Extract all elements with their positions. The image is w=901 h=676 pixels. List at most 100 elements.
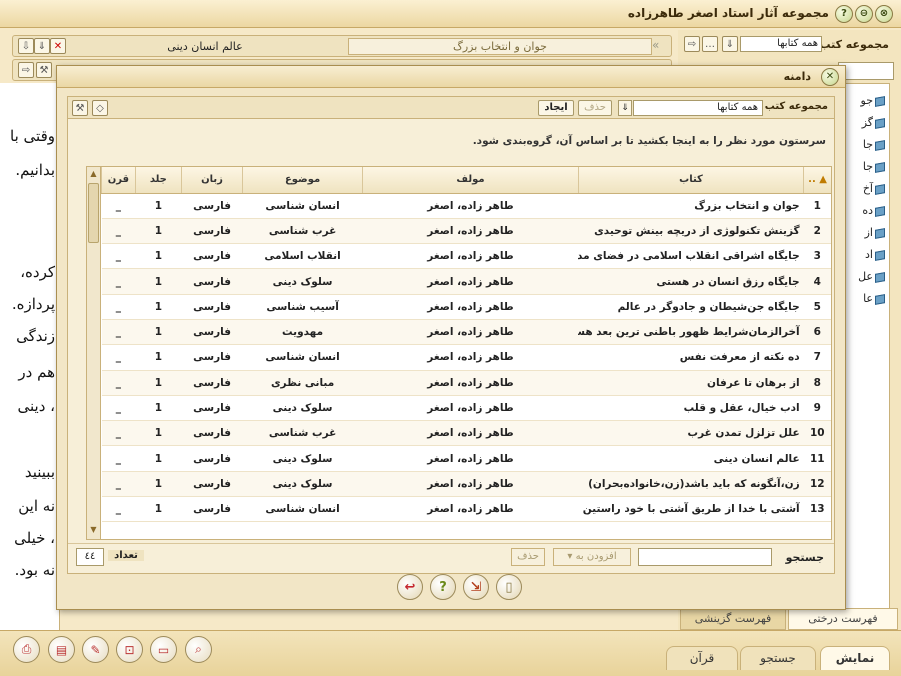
side-collection-select[interactable]: همه کتابها (740, 36, 822, 52)
scroll-thumb[interactable] (88, 183, 99, 243)
side-list-item[interactable]: گز (845, 116, 885, 134)
table-row[interactable]: 9 ادب خیال، عقل و قلب طاهر زاده، اصغر سلوک … (101, 395, 831, 422)
back-icon[interactable]: ↩ (397, 574, 423, 600)
close-icon[interactable]: ⊗ (875, 5, 893, 23)
side-list-item[interactable]: اد (845, 248, 885, 266)
reader-text-line: ، دینی (17, 397, 56, 415)
help-icon[interactable]: ? (835, 5, 853, 23)
dialog-close-icon[interactable]: ✕ (821, 68, 839, 86)
table-row[interactable]: 12 زن،آنگونه که باید باشد(زن،خانواده‌بحرا… (101, 471, 831, 498)
add-to-button[interactable]: افزودن به ▾ (553, 548, 631, 566)
book-title-cell: ادب خیال، عقل و قلب (578, 395, 804, 422)
reader-current-title[interactable]: عالم انسان دینی (70, 38, 340, 55)
delete-button[interactable]: حذف (511, 548, 545, 566)
table-row[interactable]: 4 جایگاه رزق انسان در هستی طاهر زاده، اصغر… (101, 268, 831, 295)
zoom-icon[interactable]: ⌕ (185, 636, 212, 663)
book-title-cell: جایگاه اشراقی انقلاب اسلامی در فضای مدرن… (578, 243, 804, 270)
column-header-language[interactable]: زبان (181, 167, 243, 194)
eraser-icon[interactable]: ◇ (92, 100, 108, 116)
column-header-sort[interactable]: ▲ .. (803, 167, 831, 194)
table-row[interactable]: 2 گزینش تکنولوژی از دریچه بینش توحیدی طاهر… (101, 218, 831, 245)
century-cell: _ (101, 243, 136, 270)
reader-text-line: بدانیم. (15, 161, 55, 179)
edit-note-icon[interactable]: ✎ (82, 636, 109, 663)
dropdown-arrow-icon[interactable]: ⇓ (618, 100, 632, 116)
side-list-item[interactable]: جا (845, 138, 885, 156)
side-search-input[interactable] (838, 62, 894, 80)
reader-text-line: وقتی با (10, 127, 55, 145)
side-list-item[interactable]: از (845, 226, 885, 244)
forward-icon[interactable]: ⇨ (18, 62, 34, 78)
language-cell: فارسی (181, 496, 243, 523)
century-cell: _ (101, 445, 136, 472)
column-header-author[interactable]: مولف (362, 167, 579, 194)
reader-tab-active[interactable]: جوان و انتخاب بزرگ (348, 38, 652, 55)
document-icon[interactable]: ▯ (496, 574, 522, 600)
print-icon[interactable]: ⎙ (13, 636, 40, 663)
language-cell: فارسی (181, 344, 243, 371)
language-cell: فارسی (181, 294, 243, 320)
dropdown-arrow-icon[interactable]: ⇓ (722, 36, 738, 52)
close-tab-icon[interactable]: ✕ (50, 38, 66, 54)
table-row[interactable]: 8 از برهان تا عرفان طاهر زاده، اصغر مبانی ن… (101, 370, 831, 396)
table-row[interactable]: 10 علل تزلزل تمدن غرب طاهر زاده، اصغر غرب ش… (101, 420, 831, 447)
book-icon (875, 249, 885, 261)
delete-collection-button[interactable]: حذف (578, 100, 612, 116)
column-header-book[interactable]: کتاب (577, 167, 804, 194)
dialog-title: دامنه (783, 70, 811, 83)
arrow-down-icon[interactable]: ⇓ (34, 38, 50, 54)
table-row[interactable]: 1 جوان و انتخاب بزرگ طاهر زاده، اصغر انسان … (101, 193, 831, 219)
row-number: 7 (803, 344, 831, 371)
table-row[interactable]: 3جایگاه اشراقی انقلاب اسلامی در فضای مدر… (101, 243, 831, 270)
more-icon[interactable]: … (702, 36, 718, 52)
column-header-volume[interactable]: جلد (134, 167, 182, 194)
volume-cell: 1 (135, 395, 182, 422)
table-row[interactable]: 5 جایگاه جن‌شیطان و جادوگر در عالم طاهر زا… (101, 294, 831, 320)
book-export-icon[interactable]: ▤ (48, 636, 75, 663)
reader-page: وقتی با بدانیم. کرده، پردازه. زندگی هم د… (0, 83, 60, 631)
scroll-down-icon[interactable]: ▼ (88, 525, 99, 537)
table-row[interactable]: 7 ده نکته از معرفت نفس طاهر زاده، اصغر انسا… (101, 344, 831, 371)
table-row[interactable]: 11 عالم انسان دینی طاهر زاده، اصغر سلوک دین… (101, 445, 831, 472)
row-number: 12 (803, 471, 831, 498)
author-cell: طاهر زاده، اصغر (362, 243, 579, 270)
tab-display[interactable]: نمایش (820, 646, 890, 670)
minimize-icon[interactable]: ⊖ (855, 5, 873, 23)
table-header-row: ▲ .. کتاب مولف موضوع زبان جلد قرن (101, 167, 831, 194)
column-header-century[interactable]: قرن (101, 167, 136, 194)
tab-search[interactable]: جستجو (740, 646, 816, 670)
side-list-item[interactable]: جا (845, 160, 885, 178)
tab-quran[interactable]: قرآن (666, 646, 738, 670)
layout-icon[interactable]: ▭ (150, 636, 177, 663)
bookmark-page-icon[interactable]: ⊡ (116, 636, 143, 663)
tab-selective-index[interactable]: فهرست گزينشی (680, 608, 786, 630)
tab-tree-index[interactable]: فهرست درختی (788, 608, 898, 630)
tools-icon[interactable]: ⚒ (36, 62, 52, 78)
side-list-item[interactable]: آخ (845, 182, 885, 200)
table-row[interactable]: 13 آشتی با خدا از طریق آشتی با خود راستین… (101, 496, 831, 523)
create-collection-button[interactable]: ایجاد (538, 100, 574, 116)
topic-cell: سلوک دینی (242, 268, 363, 295)
help-icon[interactable]: ? (430, 574, 456, 600)
tools-icon[interactable]: ⚒ (72, 100, 88, 116)
century-cell: _ (101, 395, 136, 422)
volume-cell: 1 (135, 445, 182, 472)
row-number: 8 (803, 370, 831, 396)
column-header-topic[interactable]: موضوع (242, 167, 363, 194)
grid-scrollbar[interactable]: ▲ ▼ (87, 167, 101, 539)
side-list-item[interactable]: عل (845, 270, 885, 288)
forward-icon[interactable]: ⇨ (684, 36, 700, 52)
side-list-item[interactable]: ده (845, 204, 885, 222)
volume-cell: 1 (135, 496, 182, 523)
side-list-item[interactable]: جو (845, 94, 885, 112)
tab-scroll-icon[interactable]: « (652, 38, 659, 52)
table-row[interactable]: 6 آخرالزمان‌شرایط ظهور باطنی ترین بعد هست… (101, 319, 831, 346)
search-input[interactable] (638, 548, 772, 566)
collection-select[interactable]: همه کتابها (633, 100, 763, 116)
volume-cell: 1 (135, 420, 182, 447)
export-icon[interactable]: ⇲ (463, 574, 489, 600)
side-list-item[interactable]: عا (845, 292, 885, 310)
bookmark-icon[interactable]: ⇩ (18, 38, 34, 54)
row-number: 13 (803, 496, 831, 523)
scroll-up-icon[interactable]: ▲ (88, 169, 99, 181)
